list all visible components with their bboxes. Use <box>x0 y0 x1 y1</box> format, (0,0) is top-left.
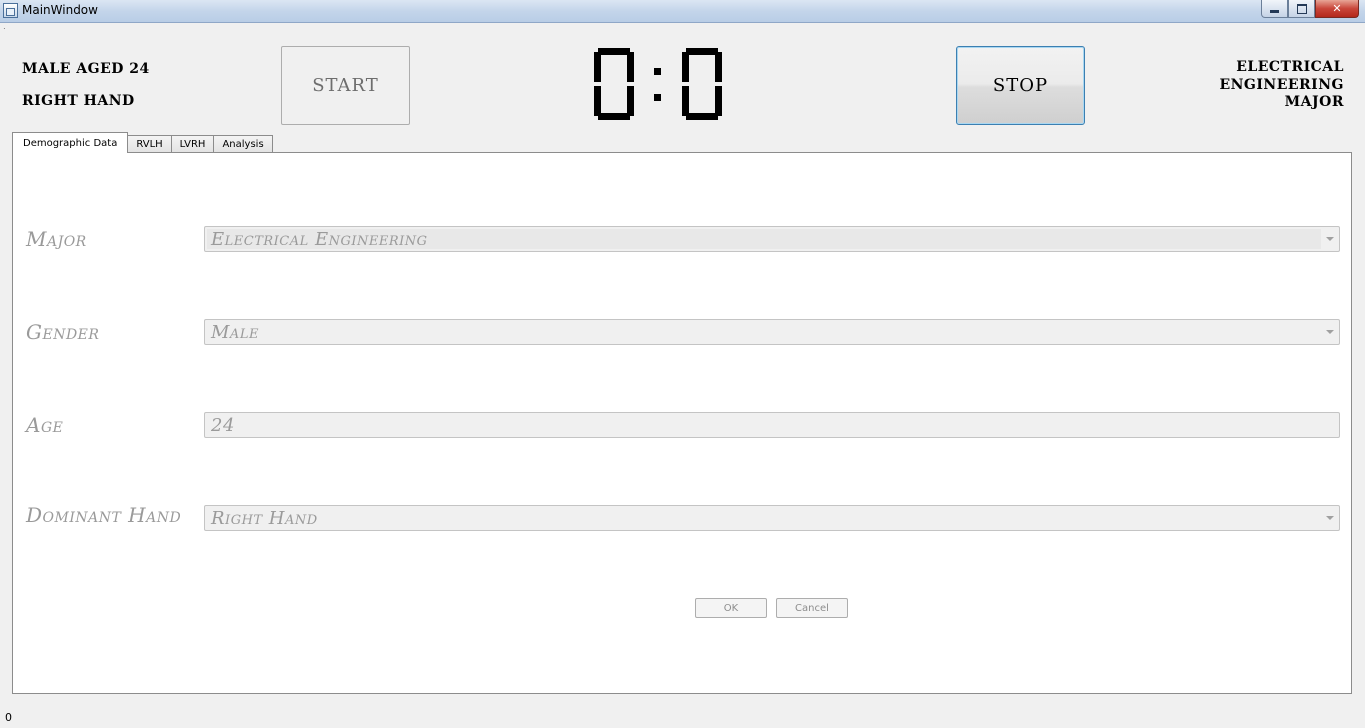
stop-button[interactable]: STOP <box>956 46 1085 125</box>
restore-icon <box>1296 3 1307 14</box>
dominant-hand-label: Dominant Hand <box>26 503 182 527</box>
chevron-down-icon <box>1326 516 1334 520</box>
age-field-value: 24 <box>211 415 235 436</box>
major-summary-line: ENGINEERING <box>1219 76 1344 93</box>
tab-lvrh[interactable]: LVRH <box>170 135 215 153</box>
window-icon[interactable] <box>3 3 18 18</box>
ok-button[interactable]: OK <box>695 598 767 618</box>
start-button[interactable]: START <box>281 46 410 125</box>
major-select-value: Electrical Engineering <box>211 229 428 250</box>
major-summary: ELECTRICAL ENGINEERING MAJOR <box>1219 59 1344 112</box>
major-select[interactable]: Electrical Engineering <box>204 226 1340 252</box>
minimize-button[interactable] <box>1261 0 1288 18</box>
chevron-down-icon <box>1326 237 1334 241</box>
restore-button[interactable] <box>1288 0 1315 18</box>
tab-rvlh[interactable]: RVLH <box>127 135 172 153</box>
demographic-panel: Major Electrical Engineering Gender Male… <box>12 152 1352 694</box>
subject-summary-line2: RIGHT HAND <box>22 93 135 109</box>
timer-digit-left <box>594 48 634 120</box>
status-bar-text: 0 <box>5 711 12 724</box>
close-button[interactable]: ✕ <box>1315 0 1359 18</box>
timer-digit-right <box>682 48 722 120</box>
tab-analysis[interactable]: Analysis <box>213 135 273 153</box>
tab-demographic-data[interactable]: Demographic Data <box>12 132 129 153</box>
gender-label: Gender <box>26 320 100 344</box>
window-title: MainWindow <box>22 3 98 17</box>
minimize-icon <box>1270 10 1279 13</box>
window-controls: ✕ <box>1261 0 1359 18</box>
gender-select-value: Male <box>211 322 259 343</box>
title-bar[interactable]: MainWindow ✕ <box>0 0 1365 23</box>
dominant-hand-select[interactable]: Right Hand <box>204 505 1340 531</box>
subject-summary-line1: MALE AGED 24 <box>22 61 150 77</box>
chevron-down-icon <box>1326 330 1334 334</box>
age-label: Age <box>26 413 64 437</box>
age-field[interactable]: 24 <box>204 412 1340 438</box>
gender-select[interactable]: Male <box>204 319 1340 345</box>
major-summary-line: MAJOR <box>1284 94 1344 110</box>
major-summary-line: ELECTRICAL <box>1236 59 1344 75</box>
dominant-hand-select-value: Right Hand <box>211 508 318 529</box>
close-icon: ✕ <box>1332 2 1342 15</box>
tab-bar: Demographic Data RVLH LVRH Analysis <box>12 132 273 153</box>
timer-separator <box>646 48 670 120</box>
timer-display <box>590 46 726 122</box>
menu-grip: · <box>3 24 6 33</box>
cancel-button[interactable]: Cancel <box>776 598 848 618</box>
major-label: Major <box>26 227 87 251</box>
